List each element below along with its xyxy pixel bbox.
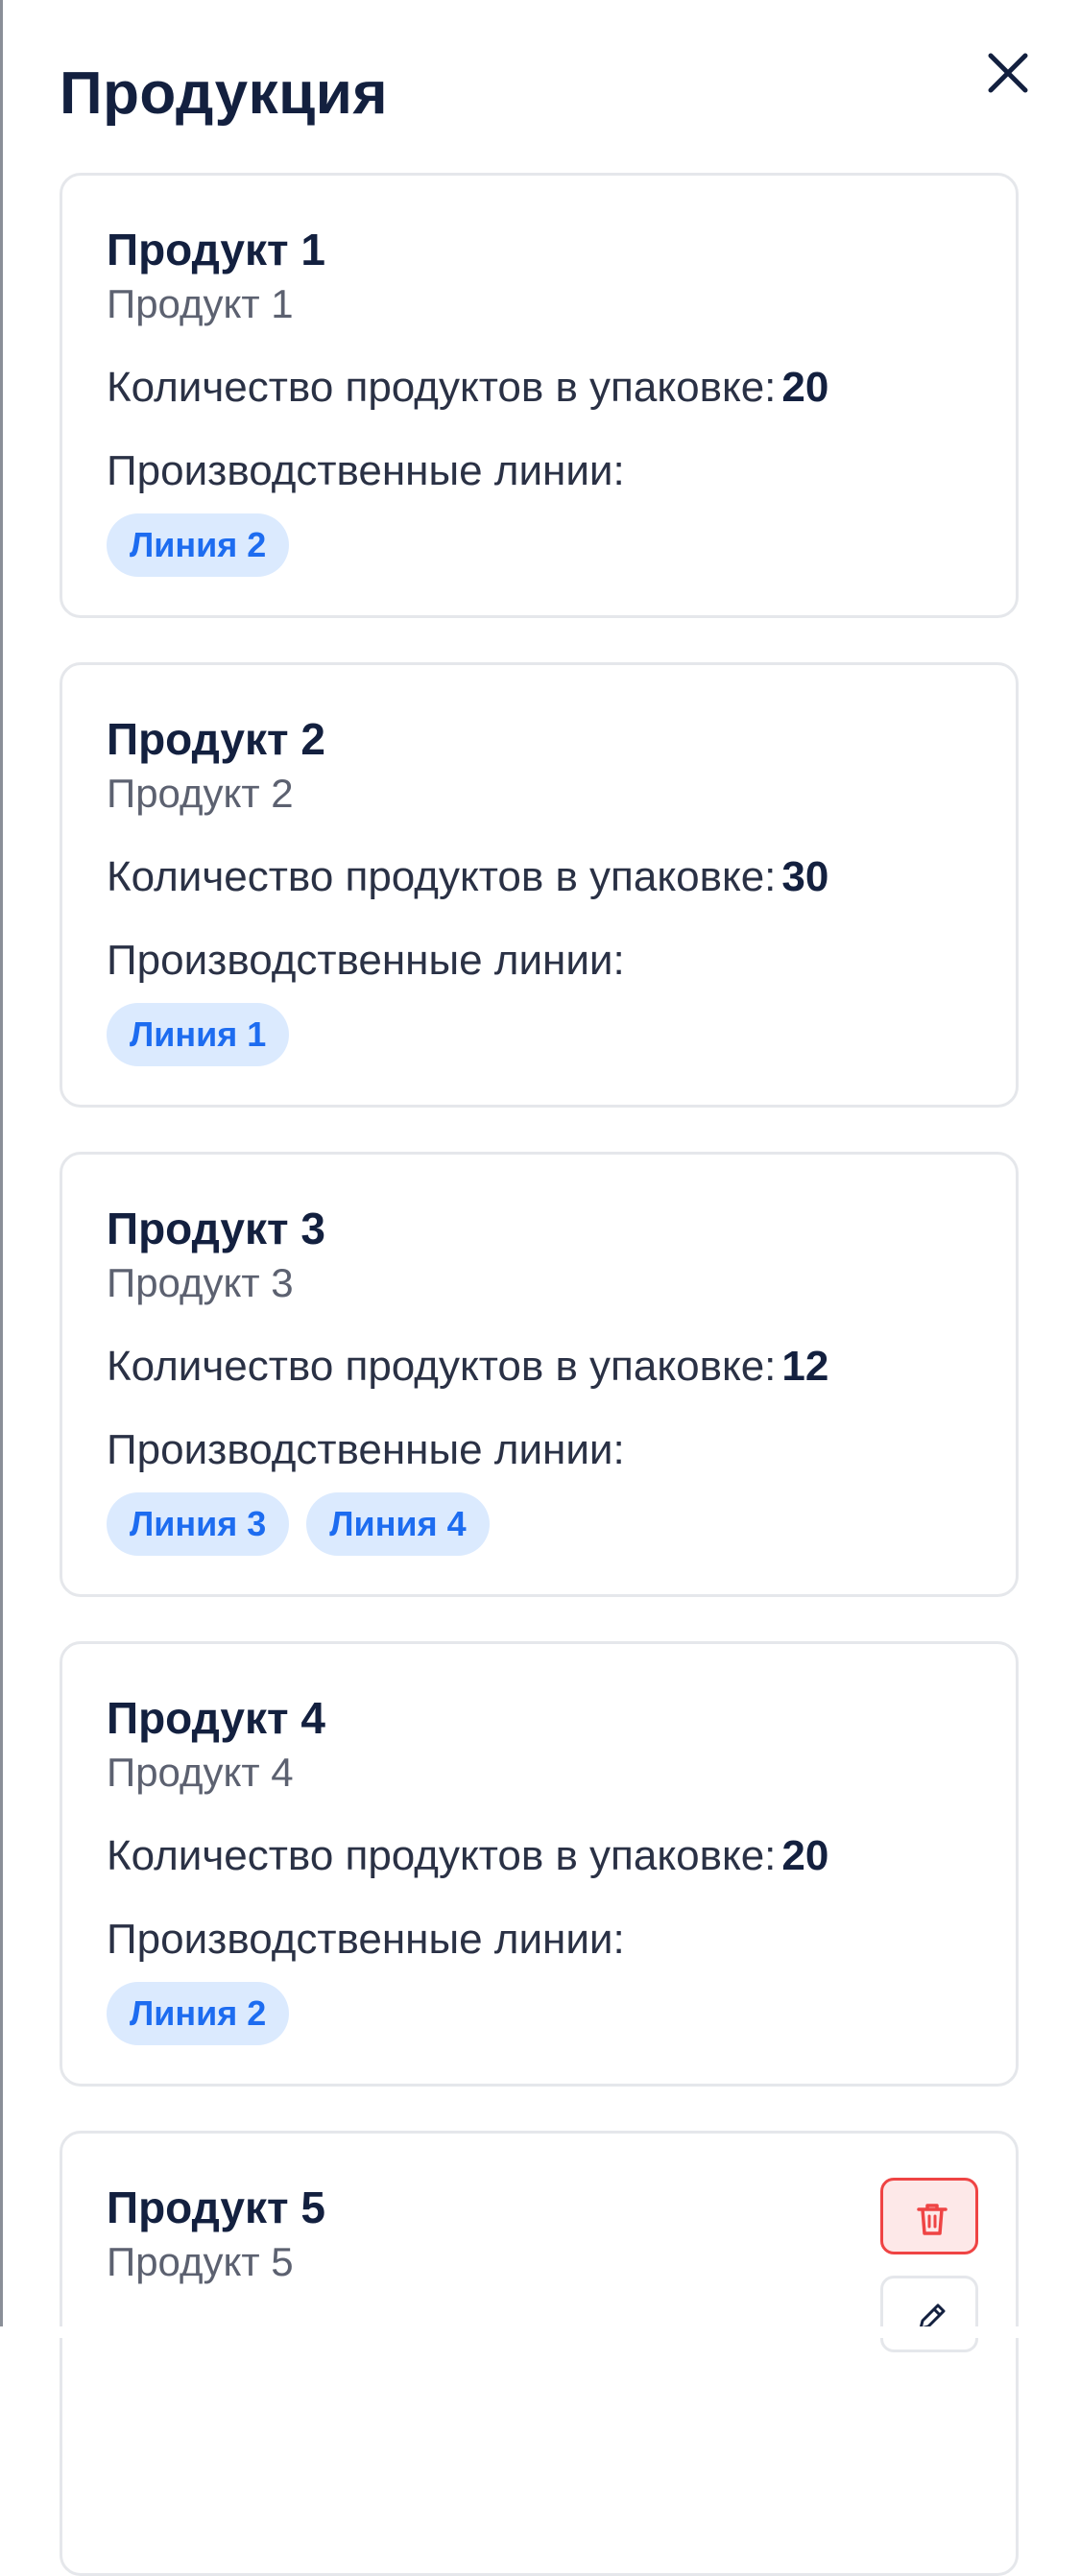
quantity-label: Количество продуктов в упаковке:	[107, 364, 777, 411]
quantity-label: Количество продуктов в упаковке:	[107, 1343, 777, 1390]
close-button[interactable]	[981, 46, 1035, 100]
quantity-value: 12	[781, 1343, 829, 1390]
quantity-value: 30	[781, 853, 829, 900]
viewport-bottom-edge	[0, 2326, 1080, 2338]
quantity-value: 20	[781, 1832, 829, 1879]
close-icon	[988, 53, 1028, 93]
product-title: Продукт 5	[107, 2182, 325, 2232]
production-lines-label: Производственные линии:	[107, 1916, 625, 1963]
production-lines-label: Производственные линии:	[107, 447, 625, 494]
product-subtitle: Продукт 1	[107, 281, 294, 326]
product-subtitle: Продукт 4	[107, 1750, 294, 1795]
product-quantity: Количество продуктов в упаковке: 30	[107, 853, 828, 901]
panel-left-border	[0, 0, 3, 2338]
line-chip[interactable]: Линия 4	[306, 1492, 490, 1556]
production-lines: Линия 3 Линия 4	[107, 1492, 490, 1556]
delete-button[interactable]	[880, 2178, 978, 2254]
product-quantity: Количество продуктов в упаковке: 20	[107, 364, 828, 412]
product-quantity: Количество продуктов в упаковке: 12	[107, 1343, 828, 1391]
products-panel: Продукция Продукт 1 Продукт 1 Количество…	[60, 0, 1028, 2576]
product-title: Продукт 3	[107, 1204, 325, 1253]
product-title: Продукт 4	[107, 1693, 325, 1743]
line-chip[interactable]: Линия 2	[107, 1982, 290, 2045]
production-lines: Линия 2	[107, 513, 290, 577]
product-subtitle: Продукт 3	[107, 1260, 294, 1305]
product-title: Продукт 2	[107, 714, 325, 764]
line-chip[interactable]: Линия 2	[107, 513, 290, 577]
product-subtitle: Продукт 5	[107, 2239, 294, 2284]
production-lines-label: Производственные линии:	[107, 937, 625, 984]
page-title: Продукция	[60, 60, 389, 127]
quantity-label: Количество продуктов в упаковке:	[107, 853, 777, 900]
product-card[interactable]: Продукт 2 Продукт 2 Количество продуктов…	[60, 662, 1019, 1108]
product-card[interactable]: Продукт 4 Продукт 4 Количество продуктов…	[60, 1641, 1019, 2087]
product-card[interactable]: Продукт 3 Продукт 3 Количество продуктов…	[60, 1152, 1019, 1597]
product-quantity: Количество продуктов в упаковке: 20	[107, 1832, 828, 1880]
quantity-value: 20	[781, 364, 829, 411]
line-chip[interactable]: Линия 1	[107, 1003, 290, 1066]
production-lines: Линия 1	[107, 1003, 290, 1066]
product-subtitle: Продукт 2	[107, 771, 294, 816]
quantity-label: Количество продуктов в упаковке:	[107, 1832, 777, 1879]
product-card[interactable]: Продукт 1 Продукт 1 Количество продуктов…	[60, 173, 1019, 618]
product-card[interactable]: Продукт 5 Продукт 5	[60, 2131, 1019, 2576]
trash-icon	[917, 2204, 948, 2235]
product-title: Продукт 1	[107, 225, 325, 274]
production-lines: Линия 2	[107, 1982, 290, 2045]
line-chip[interactable]: Линия 3	[107, 1492, 290, 1556]
production-lines-label: Производственные линии:	[107, 1426, 625, 1473]
edit-button[interactable]	[880, 2276, 978, 2352]
